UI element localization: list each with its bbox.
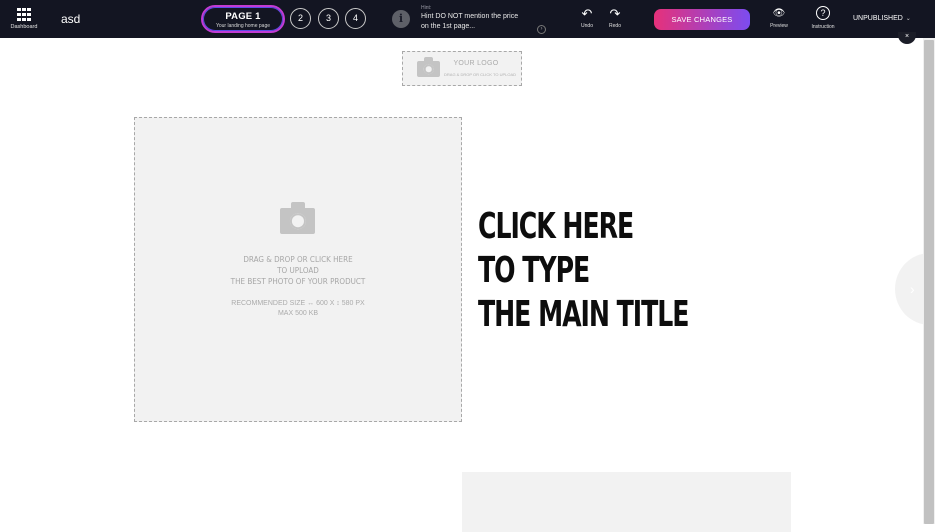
instruction-label: Instruction [811,24,835,30]
chevron-down-icon: ⌄ [905,16,911,22]
close-icon[interactable]: × [898,32,916,44]
hint-text: Hint DO NOT mention the price on the 1st… [421,13,519,30]
dashboard-label: Dashboard [10,24,38,31]
top-toolbar: Dashboard asd PAGE 1 Your landing home p… [0,0,935,38]
main-title-editable[interactable]: CLICK HERE TO TYPE THE MAIN TITLE [478,205,689,337]
hint-next-icon[interactable]: › [537,25,546,34]
save-changes-button[interactable]: SAVE CHANGES [654,9,750,30]
page-tab-3[interactable]: 3 [318,8,339,29]
camera-icon [417,57,440,77]
publish-status-label: UNPUBLISHED [853,15,903,22]
dashboard-button[interactable]: Dashboard [8,6,40,30]
redo-label: Redo [609,23,621,29]
photo-recommended-size: RECOMMENDED SIZE ↔ 600 X ↕ 580 PX [231,300,365,307]
undo-button[interactable]: ↶ Undo [572,6,602,30]
main-title-line-1: CLICK HERE [478,206,634,247]
photo-line-2: TO UPLOAD [277,266,319,275]
preview-button[interactable]: 👁 Preview [764,7,794,29]
camera-icon [280,202,315,234]
redo-button[interactable]: ↷ Redo [600,6,630,30]
instruction-button[interactable]: ? Instruction [808,6,838,30]
photo-size-note: RECOMMENDED SIZE ↔ 600 X ↕ 580 PX MAX 50… [214,299,382,319]
logo-placeholder-title: YOUR LOGO [453,60,499,67]
question-icon: ? [816,6,830,20]
grid-icon [17,8,31,22]
main-title-line-2: TO TYPE [478,250,590,291]
undo-label: Undo [581,23,593,29]
photo-line-1: DRAG & DROP OR CLICK HERE [243,255,353,264]
hint-label: Hint: [421,5,432,11]
info-icon: i [392,10,410,28]
page-tab-2[interactable]: 2 [290,8,311,29]
site-name: asd [61,12,81,26]
logo-placeholder-subtitle: DRAG & DROP OR CLICK TO UPLOAD [444,72,517,77]
page-tab-4[interactable]: 4 [345,8,366,29]
publish-status-dropdown[interactable]: UNPUBLISHED ⌄ [853,15,911,22]
next-section-placeholder[interactable] [462,472,791,532]
main-title-line-3: THE MAIN TITLE [478,294,689,335]
scrollbar-thumb[interactable] [924,40,934,524]
photo-max-size: MAX 500 KB [277,310,319,317]
page-tab-1[interactable]: PAGE 1 Your landing home page [201,5,285,33]
page-tab-1-subtitle: Your landing home page [215,23,271,29]
eye-icon: 👁 [772,8,786,19]
preview-label: Preview [770,23,788,29]
photo-upload-instructions: DRAG & DROP OR CLICK HERE TO UPLOAD THE … [214,254,382,287]
undo-icon: ↶ [581,6,593,21]
page-tab-1-title: PAGE 1 [225,11,261,22]
photo-line-3: THE BEST PHOTO OF YOUR PRODUCT [230,277,366,286]
redo-icon: ↷ [609,6,621,21]
